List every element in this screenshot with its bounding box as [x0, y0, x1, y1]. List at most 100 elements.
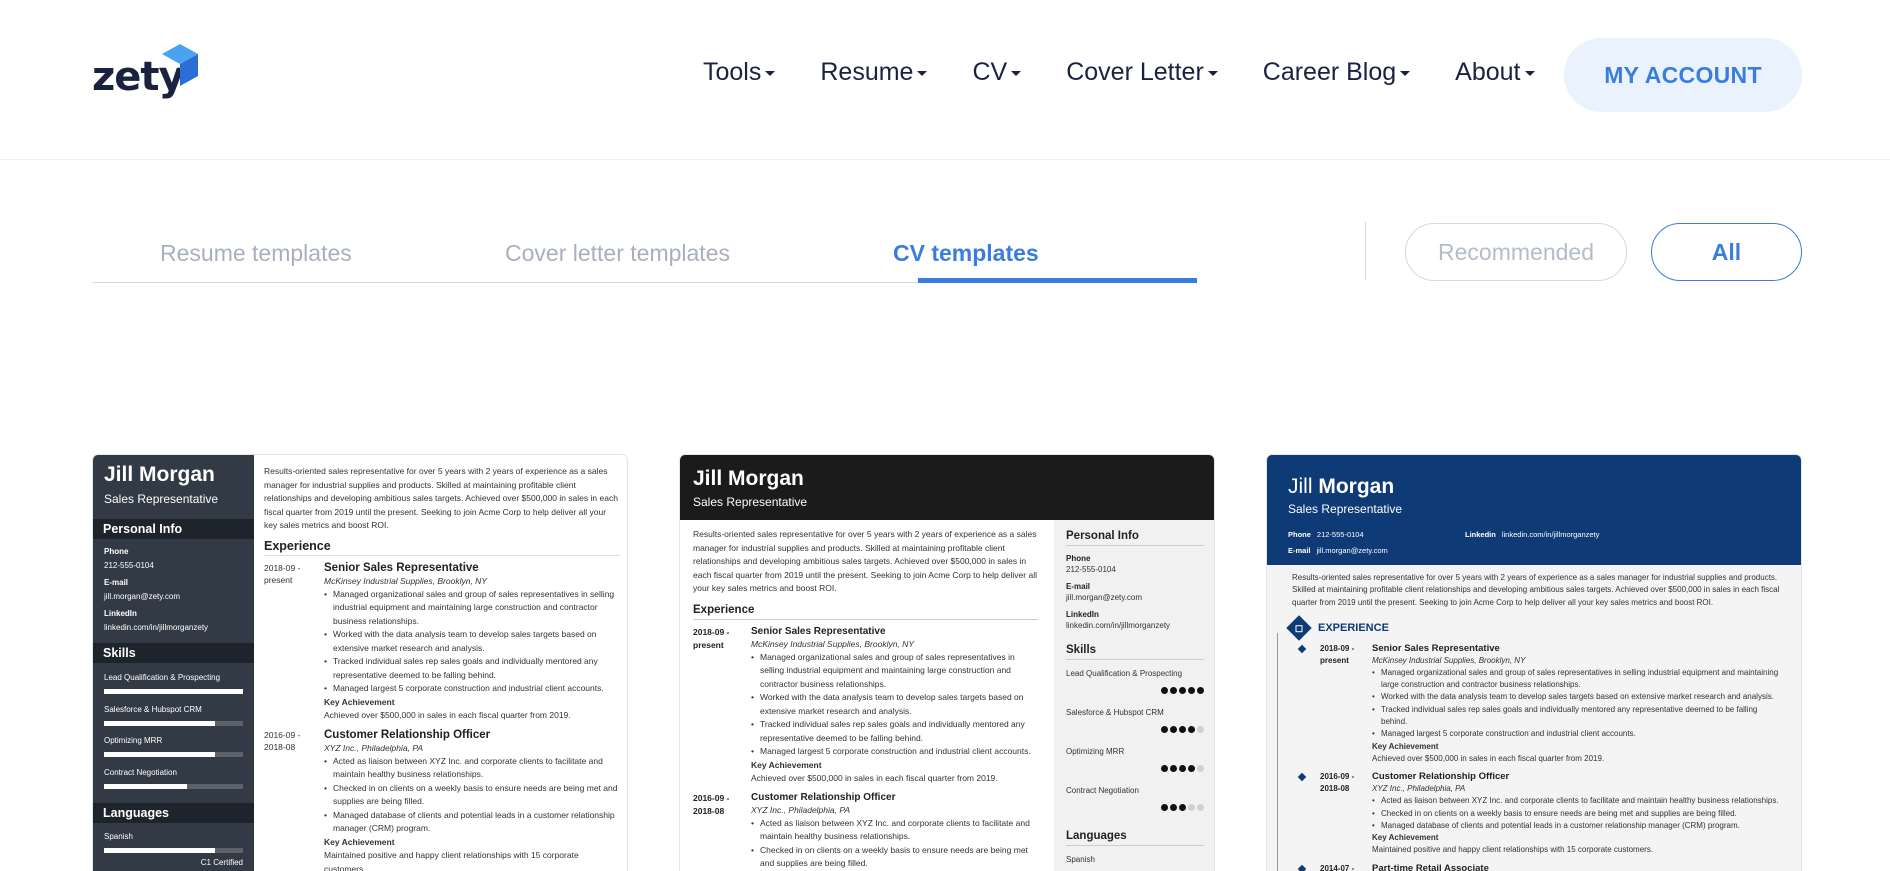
skill-name: Contract Negotiation	[1066, 786, 1139, 795]
date-end: present	[264, 574, 293, 585]
template-tabs: Resume templates Cover letter templates …	[92, 222, 1197, 283]
key-achievement-label: Key Achievement	[1372, 741, 1439, 751]
rating-dot-filled	[1161, 687, 1168, 694]
email-label: E-mail	[1066, 582, 1091, 591]
date-start: 2016-09 -	[693, 792, 730, 803]
rating-dot-filled	[1179, 765, 1186, 772]
rating-dot-filled	[1179, 726, 1186, 733]
briefcase-icon	[1286, 615, 1312, 641]
cv-template-card-3[interactable]: Jill Morgan Sales Representative Phone 21…	[1266, 454, 1802, 871]
rating-dot-filled	[1161, 804, 1168, 811]
key-achievement: Achieved over $500,000 in sales in each …	[324, 710, 571, 720]
cv-header: Jill Morgan Sales Representative Phone 21…	[1267, 455, 1801, 565]
rating-dot-filled	[1197, 687, 1204, 694]
job-date: 2018-09 - present	[693, 626, 751, 786]
job-details: Customer Relationship Officer XYZ Inc., …	[324, 729, 620, 871]
cv-template-card-1[interactable]: Jill Morgan Sales Representative Persona…	[92, 454, 628, 871]
skill-bar	[104, 689, 243, 694]
rating-dot-filled	[1179, 804, 1186, 811]
skill-name: Contract Negotiation	[104, 768, 177, 777]
job-entry: 2018-09 - present Senior Sales Representa…	[693, 626, 1038, 786]
nav-about[interactable]: About	[1455, 58, 1535, 87]
job-entry: 2016-09 -2018-08 Customer Relationship O…	[264, 729, 620, 871]
zety-logo[interactable]: zety	[92, 44, 202, 100]
job-bullet: Tracked individual sales rep sales goals…	[324, 655, 620, 682]
email-label: E-mail	[104, 578, 129, 587]
section-title: EXPERIENCE	[1318, 621, 1389, 634]
cv-sidebar: Jill Morgan Sales Representative Persona…	[93, 455, 254, 871]
caret-down-icon	[1400, 71, 1411, 76]
email-value: jill.morgan@zety.com	[104, 592, 180, 601]
linkedin-value: linkedin.com/in/jillmorganzety	[1501, 530, 1600, 539]
my-account-button[interactable]: MY ACCOUNT	[1564, 38, 1802, 112]
job-bullet: Acted as liaison between XYZ Inc. and co…	[751, 817, 1038, 844]
job-date: 2018-09 - present	[264, 562, 324, 723]
phone-label: Phone	[1066, 554, 1091, 563]
job-entry: 2014-07 - Part-time Retail Associate	[1292, 863, 1782, 871]
nav-label: Career Blog	[1262, 58, 1397, 86]
job-bullet: Acted as liaison between XYZ Inc. and co…	[1372, 795, 1782, 808]
job-bullet: Managed largest 5 corporate construction…	[751, 745, 1038, 759]
cv-sidebar: Personal Info Phone 212-555-0104 E-mail …	[1054, 520, 1214, 871]
job-date: 2014-07 -	[1320, 863, 1355, 871]
nav-label: About	[1455, 58, 1521, 86]
skill-name: Salesforce & Hubspot CRM	[1066, 708, 1164, 717]
email-value: jill.morgan@zety.com	[1316, 546, 1388, 555]
job-company: XYZ Inc., Philadelphia, PA	[1372, 784, 1466, 794]
email-label: E-mail	[1288, 546, 1311, 555]
nav-career-blog[interactable]: Career Blog	[1262, 58, 1411, 87]
linkedin-label: LinkedIn	[1066, 610, 1099, 619]
phone-value: 212-555-0104	[1066, 565, 1116, 574]
rating-dot-filled	[1170, 687, 1177, 694]
key-achievement: Maintained positive and happy client rel…	[324, 850, 579, 871]
skill-rating	[1066, 759, 1204, 777]
job-bullet: Checked in on clients on a weekly basis …	[751, 844, 1038, 871]
skill-bar	[104, 752, 243, 757]
phone-label: Phone	[104, 547, 129, 556]
skill-name: Salesforce & Hubspot CRM	[104, 705, 202, 714]
key-achievement: Achieved over $500,000 in sales in each …	[751, 773, 998, 783]
cv-main: Results-oriented sales representative fo…	[1286, 572, 1782, 871]
job-bullet: Managed database of clients and potentia…	[1372, 820, 1782, 833]
job-entry: 2016-09 -2018-08 Customer Relationship O…	[1292, 771, 1782, 856]
nav-label: CV	[972, 58, 1008, 86]
date-start: 2016-09 -	[1320, 772, 1355, 782]
cv-role: Sales Representative	[104, 492, 219, 506]
skill-bar-fill	[104, 784, 188, 789]
section-languages: Languages	[93, 803, 254, 823]
rating-dot-filled	[1161, 726, 1168, 733]
cv-role: Sales Representative	[693, 495, 808, 509]
job-bullet: Tracked individual sales rep sales goals…	[1372, 704, 1782, 729]
tab-resume-templates[interactable]: Resume templates	[160, 240, 352, 267]
rating-dot-empty	[1188, 804, 1195, 811]
nav-cv[interactable]: CV	[972, 58, 1022, 87]
caret-down-icon	[1011, 71, 1022, 76]
skill-rating	[1066, 798, 1204, 816]
language-bar-fill	[104, 848, 216, 853]
nav-resume[interactable]: Resume	[820, 58, 928, 87]
recommended-filter-button[interactable]: Recommended	[1405, 223, 1627, 281]
nav-cover-letter[interactable]: Cover Letter	[1066, 58, 1218, 87]
rating-dot-filled	[1188, 765, 1195, 772]
job-date: 2018-09 - present	[1292, 643, 1372, 765]
key-achievement-label: Key Achievement	[751, 759, 822, 770]
job-bullet: Managed database of clients and potentia…	[324, 809, 620, 836]
skill-bar	[104, 784, 243, 789]
tab-cv-templates[interactable]: CV templates	[893, 240, 1039, 267]
all-filter-button[interactable]: All	[1651, 223, 1802, 281]
section-skills: Skills	[1066, 644, 1204, 660]
nav-label: Cover Letter	[1066, 58, 1204, 86]
cv-template-card-2[interactable]: Jill Morgan Sales Representative Results…	[679, 454, 1215, 871]
language-level: C1 Certified	[200, 858, 243, 867]
date-end: 2018-08	[1320, 784, 1350, 794]
job-bullet: Worked with the data analysis team to de…	[324, 628, 620, 655]
rating-dot-filled	[1170, 726, 1177, 733]
tab-cover-letter-templates[interactable]: Cover letter templates	[505, 240, 730, 267]
job-entry: 2018-09 - present Senior Sales Representa…	[264, 562, 620, 723]
date-end: 2018-08	[264, 741, 296, 752]
date-end: 2018-08	[693, 805, 725, 816]
skill-bar-fill	[104, 721, 216, 726]
nav-tools[interactable]: Tools	[703, 58, 776, 87]
job-bullet: Managed organizational sales and group o…	[324, 588, 620, 629]
last-name: Morgan	[1318, 475, 1395, 498]
